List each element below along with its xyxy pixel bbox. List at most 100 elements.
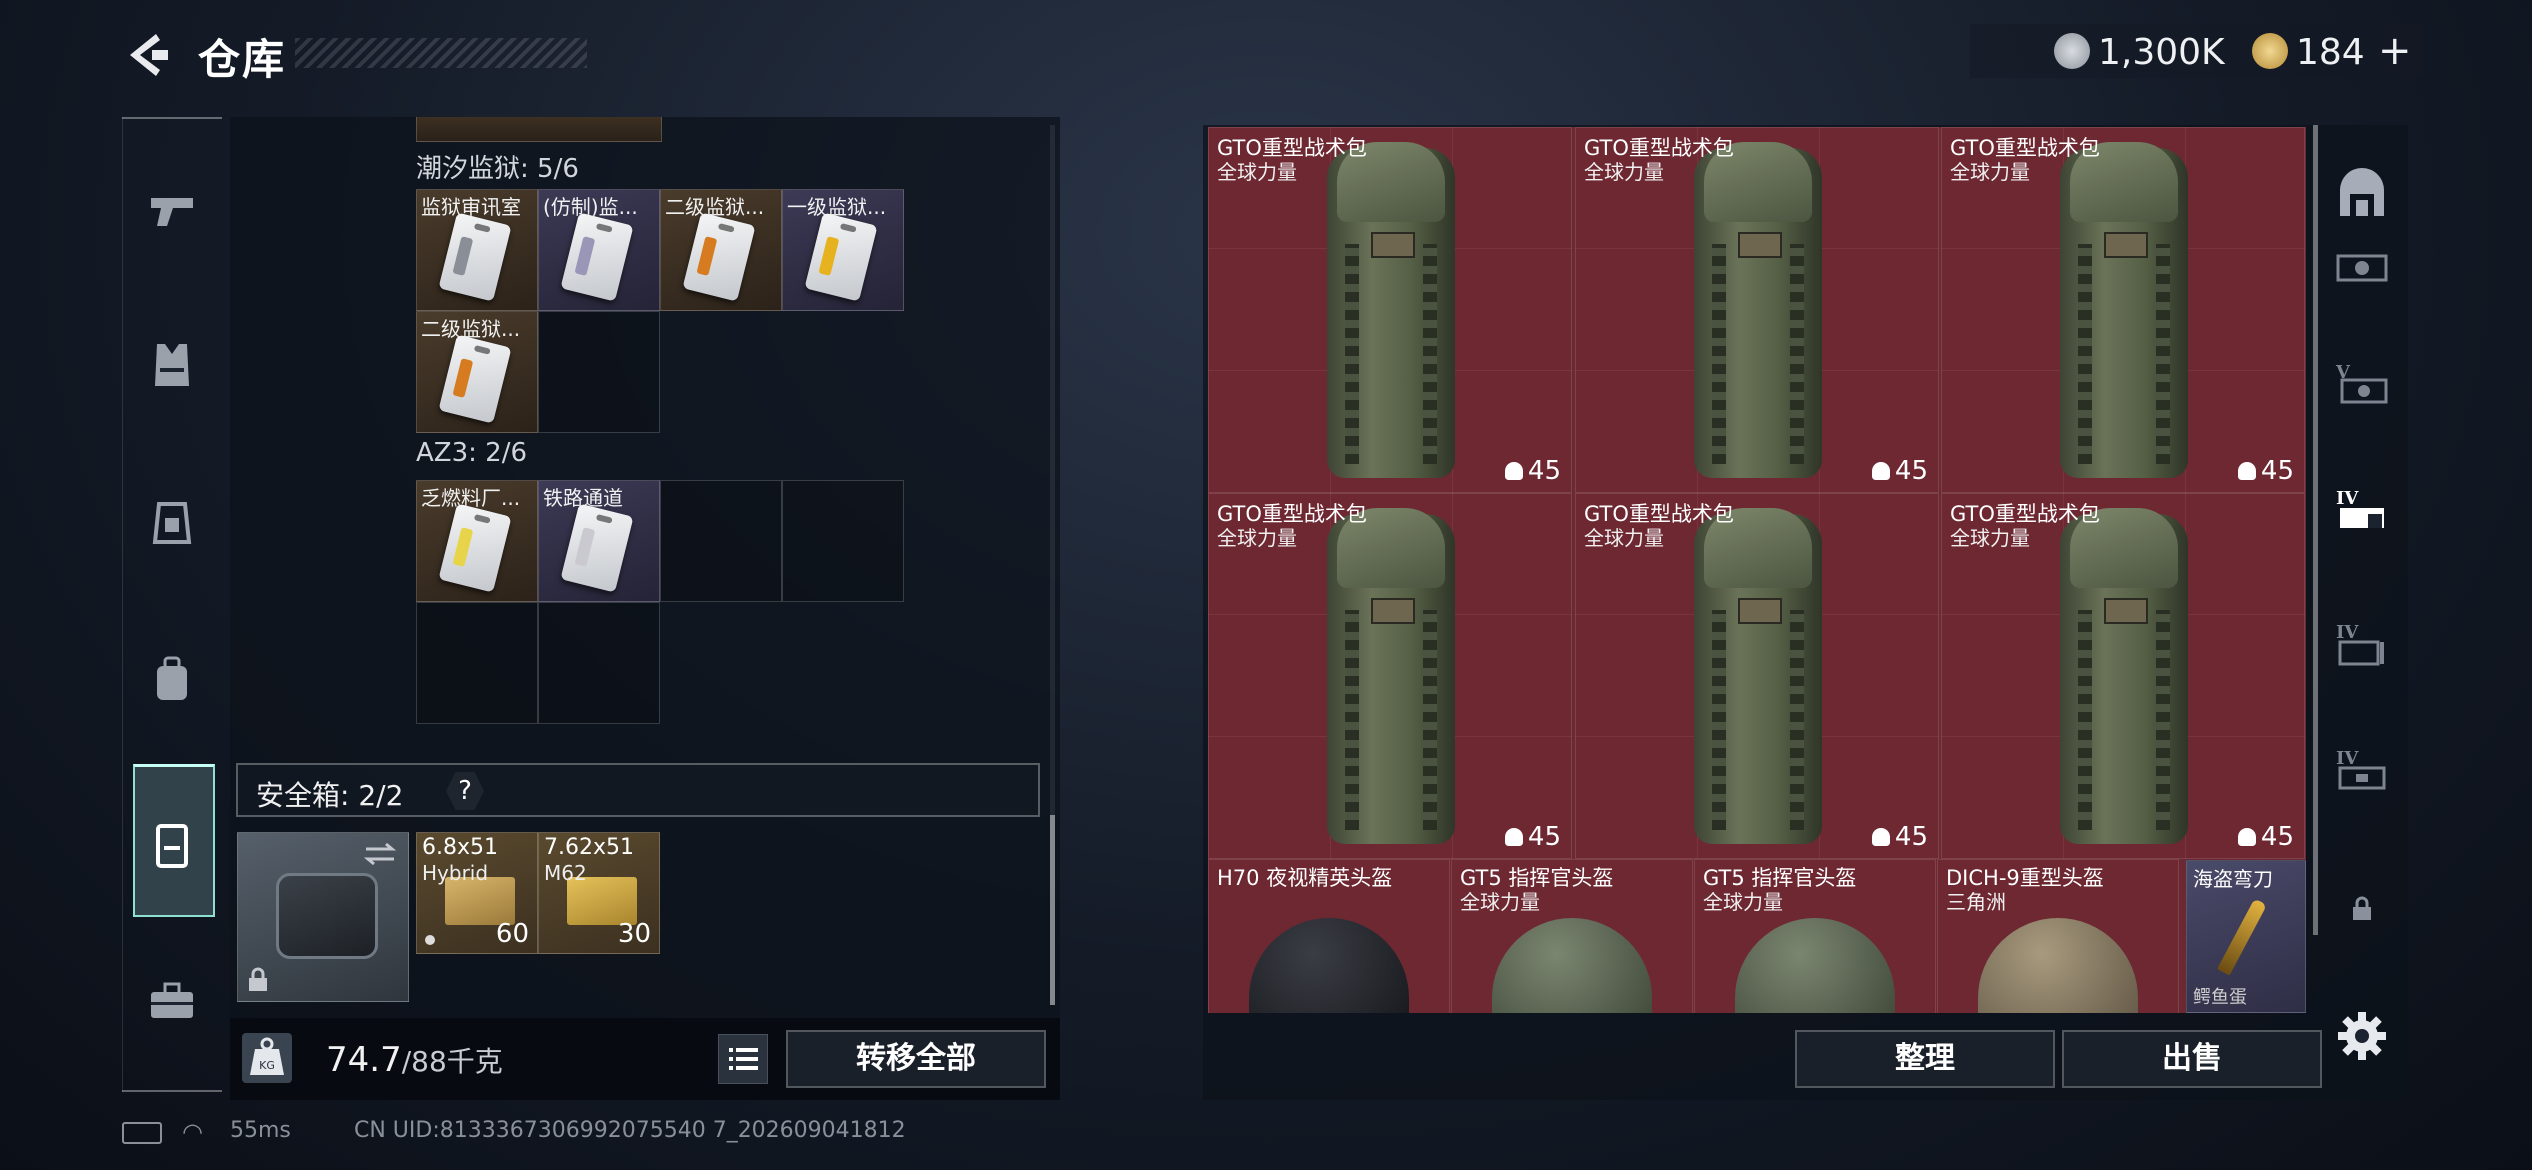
list-icon	[729, 1048, 758, 1070]
keycard-item[interactable]: 一级监狱...	[782, 189, 904, 311]
sort-button[interactable]: 整理	[1795, 1030, 2055, 1088]
ammo-caliber: 7.62x51	[544, 835, 634, 860]
weight-value: 74.7/88千克	[326, 1040, 503, 1080]
capacity-icon	[1872, 828, 1890, 846]
keycard-item[interactable]: 二级监狱...	[660, 189, 782, 311]
stash-slot[interactable]	[538, 311, 660, 433]
item-capacity: 45	[1527, 822, 1561, 852]
stash-scroll-thumb[interactable]	[1050, 815, 1055, 1005]
stash-slot[interactable]	[538, 602, 660, 724]
add-token-button[interactable]: +	[2378, 28, 2412, 74]
keycard-item[interactable]: 乏燃料厂...	[416, 480, 538, 602]
list-view-button[interactable]	[718, 1034, 768, 1084]
capacity-icon	[1505, 828, 1523, 846]
capacity-icon	[2238, 828, 2256, 846]
helmet-item[interactable]: GT5 指挥官头盔 全球力量	[1694, 859, 1936, 1013]
helmet-icon	[1978, 918, 2138, 1013]
item-origin: 全球力量	[1950, 160, 2030, 184]
item-name: H70 夜视精英头盔	[1217, 866, 1393, 890]
safe-case-icon[interactable]	[145, 818, 199, 872]
keycard-icon	[560, 503, 634, 593]
storage-iv-icon[interactable]: IV	[2334, 484, 2390, 540]
keycard-item[interactable]: 监狱审讯室	[416, 189, 538, 311]
safe-box-label: 安全箱: 2/2	[256, 779, 404, 812]
backpack-item[interactable]: GTO重型战术包 全球力量 45	[1208, 493, 1572, 859]
keycard-icon	[438, 212, 512, 302]
backpack-item[interactable]: GTO重型战术包 全球力量 45	[1575, 127, 1939, 493]
stash-slot[interactable]	[660, 480, 782, 602]
warehouse-home-icon[interactable]	[2334, 166, 2390, 222]
weight-icon: KG	[242, 1033, 292, 1083]
back-arrow-icon[interactable]	[122, 30, 172, 80]
storage-slot-icon[interactable]	[2334, 244, 2390, 300]
currency-bar: 1,300K 184 +	[1970, 24, 2424, 78]
item-origin: 全球力量	[1950, 526, 2030, 550]
stash-slot[interactable]	[416, 602, 538, 724]
toolbox-icon[interactable]	[145, 974, 199, 1028]
keycard-icon	[560, 212, 634, 302]
ammo-quantity: 60	[495, 919, 529, 949]
ammo-type: Hybrid	[422, 861, 489, 885]
helmet-item[interactable]: DICH-9重型头盔 三角洲	[1937, 859, 2179, 1013]
keycard-item[interactable]: 铁路通道	[538, 480, 660, 602]
knife-icon	[2217, 898, 2267, 976]
backpack-item[interactable]: GTO重型战术包 全球力量 45	[1941, 493, 2305, 859]
svg-text:IV: IV	[2336, 748, 2359, 769]
safe-case-icon	[276, 873, 378, 959]
coin-balance: 1,300K	[2098, 32, 2225, 73]
item-name: 海盗弯刀	[2193, 867, 2273, 891]
wifi-icon: ◠	[182, 1118, 203, 1146]
dot-icon	[425, 935, 435, 945]
backpack-icon	[2060, 142, 2188, 478]
uid-text: CN UID:8133367306992075540 7_20260904181…	[354, 1118, 906, 1143]
knife-item[interactable]: 海盗弯刀 鳄鱼蛋	[2186, 860, 2306, 1013]
backpack-icon	[1694, 142, 1822, 478]
item-name: 二级监狱...	[421, 317, 521, 341]
capacity-icon	[2238, 462, 2256, 480]
item-name: 一级监狱...	[787, 195, 887, 219]
ammo-item[interactable]: 6.8x51 Hybrid 60	[416, 832, 538, 954]
stash-slot[interactable]	[782, 480, 904, 602]
helmet-icon	[1492, 918, 1652, 1013]
item-capacity: 45	[1894, 456, 1928, 486]
safe-case-item[interactable]	[237, 832, 409, 1002]
item-origin: 全球力量	[1703, 890, 1783, 914]
ammo-type: M62	[544, 861, 587, 885]
keycard-item[interactable]: 二级监狱...	[416, 311, 538, 433]
armor-icon[interactable]	[145, 496, 199, 550]
ammo-item[interactable]: 7.62x51 M62 30	[538, 832, 660, 954]
backpack-item[interactable]: GTO重型战术包 全球力量 45	[1941, 127, 2305, 493]
weight-current: 74.7	[326, 1040, 402, 1080]
nav-separator	[122, 117, 222, 119]
nav-separator	[122, 1090, 222, 1092]
backpack-icon	[2060, 508, 2188, 844]
previous-item-cell[interactable]	[416, 117, 662, 142]
item-name: 乏燃料厂...	[421, 486, 521, 510]
item-next: 鳄鱼蛋	[2193, 987, 2247, 1008]
helmet-item[interactable]: H70 夜视精英头盔	[1208, 859, 1450, 1013]
transfer-all-button[interactable]: 转移全部	[786, 1030, 1046, 1088]
backpack-item[interactable]: GTO重型战术包 全球力量 45	[1575, 493, 1939, 859]
storage-iv-2-icon[interactable]: IV	[2334, 618, 2390, 674]
page-title: 仓库	[198, 35, 287, 84]
pistol-icon[interactable]	[145, 182, 199, 236]
helmet-item[interactable]: GT5 指挥官头盔 全球力量	[1451, 859, 1693, 1013]
storage-v-icon[interactable]: V	[2334, 358, 2390, 414]
swap-icon[interactable]	[362, 841, 398, 867]
keycard-item[interactable]: (仿制)监...	[538, 189, 660, 311]
sell-button[interactable]: 出售	[2062, 1030, 2322, 1088]
loot-grid[interactable]: GTO重型战术包 全球力量 45 GTO重型战术包 全球力量 45 GTO重型战…	[1208, 127, 2306, 1013]
item-name: (仿制)监...	[543, 195, 638, 219]
item-capacity: 45	[1894, 822, 1928, 852]
item-capacity: 45	[2260, 456, 2294, 486]
lock-icon	[2353, 896, 2371, 920]
backpack-icon	[1327, 142, 1455, 478]
backpack-item[interactable]: GTO重型战术包 全球力量 45	[1208, 127, 1572, 493]
backpack-icon[interactable]	[145, 652, 199, 706]
storage-iv-3-icon[interactable]: IV	[2334, 744, 2390, 800]
helmet-icon	[1735, 918, 1895, 1013]
loot-scrollbar[interactable]	[2313, 125, 2318, 935]
item-origin: 全球力量	[1584, 160, 1664, 184]
vest-icon[interactable]	[145, 338, 199, 392]
gear-icon[interactable]	[2334, 1008, 2390, 1064]
